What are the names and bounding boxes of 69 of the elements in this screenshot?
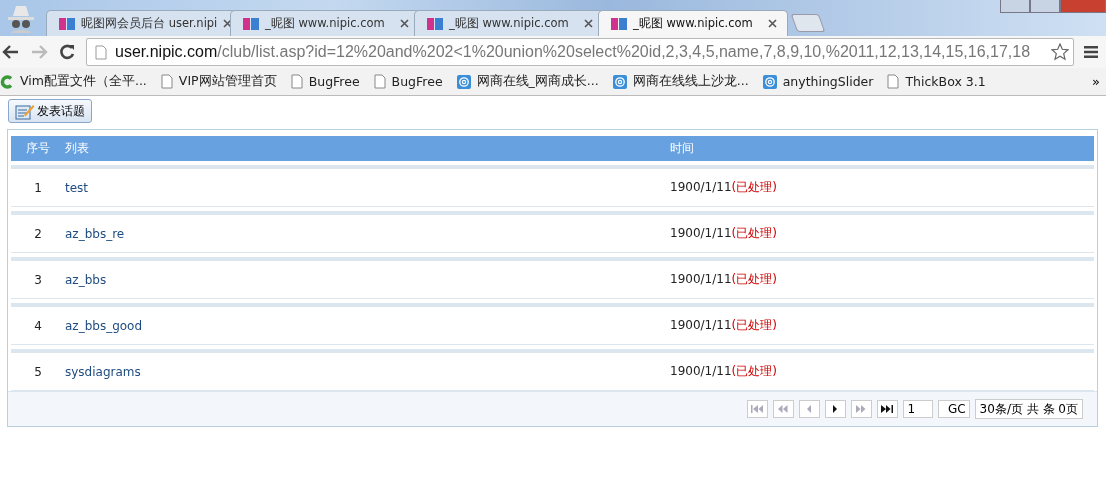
close-icon[interactable] (400, 19, 409, 28)
at-sign-icon (456, 74, 471, 89)
edit-icon (15, 102, 35, 120)
site-logo-icon (611, 16, 627, 31)
bookmark-item[interactable]: BugFree (373, 74, 443, 89)
table-cell-text: 1900/1/11(已处理) (670, 271, 778, 288)
table-cell-text: 1 (33, 180, 43, 195)
page-info: 30条/页 共 条 0页 (974, 399, 1083, 419)
minimize-button[interactable] (1000, 0, 1030, 13)
left-arrow-icon (807, 405, 812, 413)
site-logo-icon (427, 16, 443, 31)
right-arrow-icon (881, 405, 894, 413)
bookmark-item[interactable]: ThickBox 3.1 (887, 74, 986, 89)
close-icon[interactable] (584, 19, 593, 28)
star-icon[interactable] (1051, 43, 1069, 61)
bookmark-item[interactable]: 网商在线线上沙龙... (612, 73, 749, 90)
table-link[interactable]: az_bbs_good (65, 318, 143, 333)
table-cell-text: 1900/1/11(已处理) (670, 317, 778, 334)
column-header: 列表 (65, 140, 90, 157)
post-topic-button[interactable]: 发表话题 (8, 99, 92, 123)
table-link[interactable]: az_bbs_re (65, 226, 125, 241)
right-arrow-icon (856, 405, 866, 413)
pager-button[interactable] (824, 400, 846, 418)
right-arrow-icon (833, 405, 838, 413)
page-icon (887, 74, 900, 89)
page-icon (95, 44, 107, 60)
close-icon[interactable] (768, 19, 777, 28)
at-sign-icon (612, 74, 627, 89)
bookmark-item[interactable]: anythingSlider (762, 74, 874, 89)
tab-title: _昵图 www.nipic.com (449, 16, 570, 31)
table-cell-text: 1900/1/11(已处理) (670, 225, 778, 242)
page-icon (290, 74, 303, 89)
arc-icon (0, 74, 14, 89)
tab-title: _昵图 www.nipic.com (633, 16, 754, 31)
table-cell-text: 3 (33, 272, 43, 287)
bookmark-item[interactable]: Vim配置文件（全平... (0, 73, 147, 90)
column-header: 序号 (25, 140, 51, 157)
table-cell-text: 1900/1/11(已处理) (670, 179, 778, 196)
address-bar[interactable]: user.nipic.com/club/list.asp?id=12%20and%202<1%20union%20select%20id,2,3,4,5,name,7,8,9,10,%2011,12,13,14,15,16,17,18 (86, 38, 1074, 66)
bookmark-item[interactable]: BugFree (290, 74, 360, 89)
table-cell-text: 4 (33, 318, 43, 333)
go-button[interactable]: GC (937, 400, 970, 418)
tab-title: 昵图网会员后台 user.nipi (81, 16, 218, 31)
site-logo-icon (243, 16, 259, 31)
column-header: 时间 (670, 140, 695, 157)
table-link[interactable]: test (65, 180, 89, 195)
menu-icon[interactable] (1084, 46, 1098, 58)
left-arrow-icon (778, 405, 788, 413)
close-icon[interactable] (223, 19, 233, 28)
bookmark-item[interactable]: 网商在线_网商成长... (456, 73, 599, 90)
reload-icon[interactable] (58, 43, 76, 61)
maximize-button[interactable] (1030, 0, 1060, 13)
table-cell-text: 2 (33, 226, 43, 241)
site-logo-icon (59, 16, 75, 31)
pager-button[interactable] (876, 400, 898, 418)
page-icon (373, 74, 386, 89)
browser-tab[interactable]: _昵图 www.nipic.com (598, 10, 788, 36)
table-cell-text: 1900/1/11(已处理) (670, 363, 778, 380)
left-arrow-icon (751, 405, 764, 413)
at-sign-icon (762, 74, 777, 89)
page-icon (160, 74, 173, 89)
tab-title: _昵图 www.nipic.com (265, 16, 386, 31)
bookmark-item[interactable]: VIP网站管理首页 (160, 73, 277, 90)
table-cell-text: 5 (33, 364, 43, 379)
table-link[interactable]: sysdiagrams (65, 364, 141, 379)
more-bookmarks[interactable]: » (1092, 74, 1100, 89)
back-icon[interactable] (2, 44, 20, 60)
page-input[interactable]: 1 (902, 400, 933, 418)
table-link[interactable]: az_bbs (65, 272, 107, 287)
